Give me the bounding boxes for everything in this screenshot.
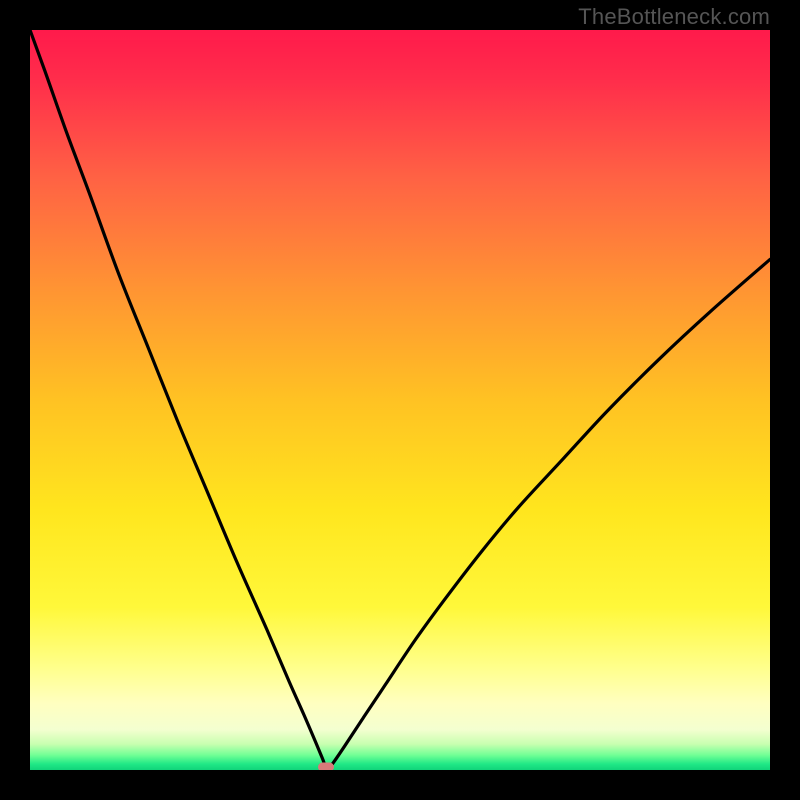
- bottleneck-curve: [30, 30, 770, 770]
- watermark-text: TheBottleneck.com: [578, 4, 770, 30]
- chart-frame: TheBottleneck.com: [0, 0, 800, 800]
- plot-area: [30, 30, 770, 770]
- optimal-marker: [318, 763, 334, 770]
